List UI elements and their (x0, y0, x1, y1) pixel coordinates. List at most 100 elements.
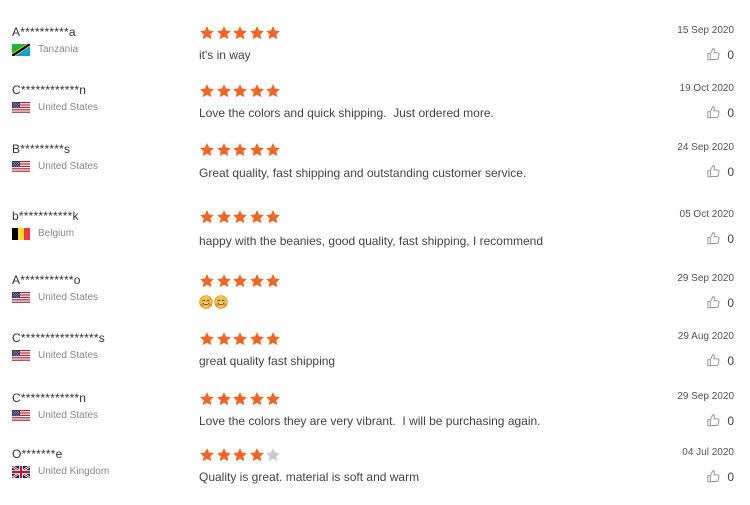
star-filled-icon (216, 391, 232, 407)
thumbs-up-icon[interactable] (706, 469, 721, 484)
like-count: 0 (727, 105, 734, 120)
star-filled-icon (232, 209, 248, 225)
reviewer-country: United States (12, 102, 182, 114)
star-filled-icon (232, 273, 248, 289)
like-count: 0 (727, 353, 734, 368)
star-rating (199, 25, 282, 43)
review-text: Great quality, fast shipping and outstan… (199, 166, 527, 180)
smiling-face-emoji-icon (214, 295, 228, 309)
review-date: 24 Sep 2020 (677, 142, 734, 153)
thumbs-up-icon[interactable] (706, 413, 721, 428)
star-rating (199, 447, 282, 465)
country-name: Belgium (38, 228, 75, 239)
star-filled-icon (216, 142, 232, 158)
reviewer-name: b***********k (12, 209, 79, 223)
like-control[interactable]: 0 (706, 164, 734, 179)
review-text: Love the colors and quick shipping. Just… (199, 106, 494, 120)
smiling-face-emoji-icon (199, 295, 213, 309)
review-item: O*******e United Kingdom Quality is great.… (0, 447, 750, 505)
review-item: A**********a Tanzania it's in way 15 Sep 20… (0, 25, 750, 85)
star-filled-icon (249, 391, 265, 407)
reviewer-country: United Kingdom (12, 466, 182, 478)
thumbs-up-icon[interactable] (706, 295, 721, 310)
thumbs-up-icon[interactable] (706, 47, 721, 62)
like-count: 0 (727, 413, 734, 428)
star-filled-icon (232, 447, 248, 463)
country-name: United States (38, 292, 99, 303)
star-rating (199, 209, 282, 227)
star-filled-icon (265, 331, 281, 347)
like-control[interactable]: 0 (706, 47, 734, 62)
us-flag-icon (12, 410, 30, 422)
like-count: 0 (727, 231, 734, 246)
star-filled-icon (216, 331, 232, 347)
reviewer-info: C****************s United States (12, 331, 182, 362)
thumbs-up-icon[interactable] (706, 353, 721, 368)
reviewer-name: A**********a (12, 25, 76, 39)
like-control[interactable]: 0 (706, 469, 734, 484)
review-text (199, 295, 228, 309)
star-filled-icon (199, 447, 215, 463)
review-item: b***********k Belgium happy with the beani… (0, 209, 750, 269)
review-date: 29 Sep 2020 (677, 391, 734, 402)
like-count: 0 (727, 295, 734, 310)
star-filled-icon (199, 209, 215, 225)
like-control[interactable]: 0 (706, 105, 734, 120)
star-filled-icon (249, 331, 265, 347)
star-filled-icon (249, 142, 265, 158)
us-flag-icon (12, 292, 30, 304)
star-rating (199, 391, 282, 409)
star-rating (199, 273, 282, 291)
star-filled-icon (249, 83, 265, 99)
us-flag-icon (12, 102, 30, 114)
review-item: C************n United States Love the colo… (0, 391, 750, 451)
star-rating (199, 142, 282, 160)
star-filled-icon (232, 142, 248, 158)
reviewer-country: United States (12, 161, 182, 173)
reviewer-name: C****************s (12, 331, 105, 345)
review-date: 29 Sep 2020 (677, 273, 734, 284)
like-count: 0 (727, 47, 734, 62)
review-date: 29 Aug 2020 (677, 331, 734, 342)
star-filled-icon (199, 273, 215, 289)
tz-flag-icon (12, 44, 30, 56)
reviewer-name: A***********o (12, 273, 81, 287)
us-flag-icon (12, 350, 30, 362)
star-filled-icon (232, 331, 248, 347)
star-filled-icon (249, 209, 265, 225)
reviewer-country: United States (12, 410, 182, 422)
star-filled-icon (216, 273, 232, 289)
star-filled-icon (265, 25, 281, 41)
star-filled-icon (232, 83, 248, 99)
country-name: Tanzania (38, 44, 79, 55)
reviewer-name: B*********s (12, 142, 71, 156)
thumbs-up-icon[interactable] (706, 231, 721, 246)
country-name: United States (38, 410, 99, 421)
reviewer-country: United States (12, 292, 182, 304)
like-control[interactable]: 0 (706, 295, 734, 310)
review-text: great quality fast shipping (199, 354, 336, 368)
star-filled-icon (216, 209, 232, 225)
like-control[interactable]: 0 (706, 231, 734, 246)
like-control[interactable]: 0 (706, 353, 734, 368)
thumbs-up-icon[interactable] (706, 164, 721, 179)
review-date: 04 Jul 2020 (682, 447, 734, 458)
reviewer-info: A***********o United States (12, 273, 182, 304)
star-filled-icon (199, 25, 215, 41)
review-text: it's in way (199, 48, 251, 62)
star-filled-icon (232, 391, 248, 407)
like-control[interactable]: 0 (706, 413, 734, 428)
country-name: United Kingdom (38, 466, 110, 477)
review-item: B*********s United States Great quality, f… (0, 142, 750, 202)
be-flag-icon (12, 228, 30, 240)
thumbs-up-icon[interactable] (706, 105, 721, 120)
star-filled-icon (232, 25, 248, 41)
reviewer-name: C************n (12, 83, 87, 97)
reviewer-info: B*********s United States (12, 142, 182, 173)
star-filled-icon (249, 25, 265, 41)
star-filled-icon (199, 331, 215, 347)
star-filled-icon (265, 391, 281, 407)
star-filled-icon (249, 447, 265, 463)
star-filled-icon (265, 273, 281, 289)
reviewer-country: Tanzania (12, 44, 182, 56)
